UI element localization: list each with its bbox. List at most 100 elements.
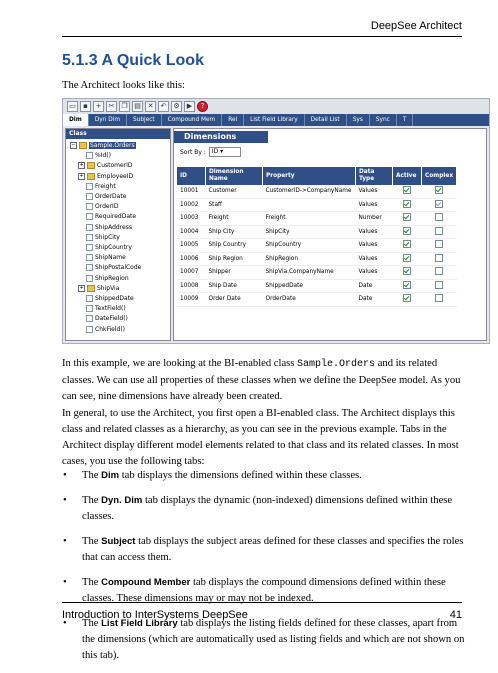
cell-active bbox=[392, 265, 422, 280]
cell-id: 10005 bbox=[177, 238, 206, 253]
tree-node[interactable]: Freight bbox=[78, 182, 116, 192]
active-checkbox[interactable] bbox=[403, 267, 411, 276]
table-row[interactable]: 10003 Freight Freight Number bbox=[177, 211, 457, 226]
copy-icon[interactable]: ❐ bbox=[119, 101, 130, 112]
paste-icon[interactable]: ▤ bbox=[132, 101, 143, 112]
tab-sync[interactable]: Sync bbox=[370, 114, 397, 126]
tab-list: • The Dim tab displays the dimensions def… bbox=[62, 468, 466, 673]
tree-node[interactable]: OrderDate bbox=[78, 192, 126, 202]
open-icon[interactable]: ▭ bbox=[67, 101, 78, 112]
expand-icon[interactable]: + bbox=[78, 284, 85, 292]
complex-checkbox[interactable] bbox=[435, 240, 444, 249]
col-id[interactable]: ID bbox=[177, 167, 206, 185]
tree-node[interactable]: RequiredDate bbox=[78, 212, 136, 222]
expand-icon[interactable]: + bbox=[78, 172, 85, 180]
cell-id: 10004 bbox=[177, 225, 206, 239]
tree-node-label: ShipName bbox=[95, 254, 126, 262]
tree-node[interactable]: + CustomerID bbox=[78, 161, 133, 171]
tree-node[interactable]: ShipCountry bbox=[78, 243, 132, 253]
tree-node[interactable]: %Id() bbox=[78, 151, 111, 161]
tree-node[interactable]: ShippedDate bbox=[78, 294, 134, 304]
table-row[interactable]: 10005 Ship Country ShipCountry Values bbox=[177, 238, 457, 253]
tab-subject[interactable]: Subject bbox=[127, 114, 162, 126]
cell-active bbox=[392, 185, 422, 199]
tab-rel[interactable]: Rel bbox=[222, 114, 245, 126]
expand-icon[interactable]: + bbox=[78, 162, 85, 170]
undo-icon[interactable]: ↶ bbox=[158, 101, 169, 112]
tab-t[interactable]: T bbox=[397, 114, 414, 126]
cell-name: Shipper bbox=[205, 265, 263, 280]
page-number: 41 bbox=[449, 609, 462, 621]
active-checkbox[interactable] bbox=[403, 253, 411, 262]
active-checkbox[interactable] bbox=[403, 240, 411, 249]
table-row[interactable]: 10007 Shipper ShipVia.CompanyName Values bbox=[177, 265, 457, 280]
active-checkbox[interactable] bbox=[403, 213, 411, 222]
tree-node[interactable]: OrderID bbox=[78, 202, 118, 212]
complex-checkbox[interactable] bbox=[435, 294, 444, 303]
complex-checkbox[interactable] bbox=[435, 226, 444, 235]
col-complex[interactable]: Complex bbox=[421, 167, 458, 185]
table-row[interactable]: 10002 Staff Values bbox=[177, 198, 457, 212]
tree-node[interactable]: ShipAddress bbox=[78, 223, 132, 233]
para1-text-a: In this example, we are looking at the B… bbox=[62, 358, 298, 369]
tree-node[interactable]: DateField() bbox=[78, 314, 128, 324]
table-row[interactable]: 10006 Ship Region ShipRegion Values bbox=[177, 252, 457, 266]
compile-icon[interactable]: ⚙ bbox=[171, 101, 182, 112]
folder-icon bbox=[79, 142, 87, 149]
active-checkbox[interactable] bbox=[403, 294, 411, 303]
active-checkbox[interactable] bbox=[403, 186, 411, 195]
new-icon[interactable]: + bbox=[93, 101, 104, 112]
tab-name: Subject bbox=[101, 536, 136, 547]
class-name-code: Sample.Orders bbox=[297, 359, 376, 370]
sort-control: Sort By : ID ▾ bbox=[180, 147, 486, 157]
tree-node[interactable]: + EmployeeID bbox=[78, 172, 133, 182]
col-active[interactable]: Active bbox=[392, 167, 422, 185]
build-icon[interactable]: ▶ bbox=[184, 101, 195, 112]
sort-select[interactable]: ID ▾ bbox=[208, 147, 241, 157]
class-tree-panel: Class − Sample.Orders %Id() + CustomerID + Emp… bbox=[65, 128, 171, 341]
active-checkbox[interactable] bbox=[403, 199, 411, 208]
cell-property bbox=[262, 198, 356, 212]
tree-node[interactable]: + ShipVia bbox=[78, 284, 119, 294]
tree-node[interactable]: ShipName bbox=[78, 253, 126, 263]
tree-node-label: DateField() bbox=[95, 315, 128, 323]
sort-label: Sort By : bbox=[180, 148, 206, 156]
collapse-icon[interactable]: − bbox=[70, 142, 77, 149]
tab-dyn-dim[interactable]: Dyn Dim bbox=[89, 114, 127, 126]
folder-icon bbox=[87, 284, 95, 292]
table-row[interactable]: 10001 Customer CustomerID->CompanyName Valu… bbox=[177, 185, 457, 199]
tree-node[interactable]: ShipCity bbox=[78, 233, 120, 243]
tree-node[interactable]: ShipRegion bbox=[78, 274, 129, 284]
tab-list-field-library[interactable]: List Field Library bbox=[244, 114, 305, 126]
col-dimension-name[interactable]: Dimension Name bbox=[205, 167, 263, 185]
active-checkbox[interactable] bbox=[403, 280, 411, 289]
table-row[interactable]: 10008 Ship Date ShippedDate Date bbox=[177, 279, 457, 293]
col-property[interactable]: Property bbox=[262, 167, 356, 185]
table-row[interactable]: 10004 Ship City ShipCity Values bbox=[177, 225, 457, 239]
delete-icon[interactable]: ✕ bbox=[145, 101, 156, 112]
complex-checkbox[interactable] bbox=[435, 267, 444, 276]
property-icon bbox=[86, 305, 93, 313]
tree-node[interactable]: ShipPostalCode bbox=[78, 263, 141, 273]
tree-node-label: ShipCity bbox=[95, 233, 120, 241]
cell-complex bbox=[421, 238, 457, 253]
complex-checkbox[interactable] bbox=[435, 199, 444, 208]
active-checkbox[interactable] bbox=[403, 226, 411, 235]
complex-checkbox[interactable] bbox=[435, 213, 444, 222]
help-icon[interactable]: ? bbox=[197, 101, 208, 112]
tab-dim[interactable]: Dim bbox=[63, 114, 89, 126]
save-icon[interactable]: ▪ bbox=[80, 101, 91, 112]
cut-icon[interactable]: ✂ bbox=[106, 101, 117, 112]
table-row[interactable]: 10009 Order Date OrderDate Date bbox=[177, 292, 457, 307]
complex-checkbox[interactable] bbox=[435, 280, 444, 289]
col-data-type[interactable]: Data Type bbox=[355, 167, 393, 185]
complex-checkbox[interactable] bbox=[435, 186, 444, 195]
tab-sys[interactable]: Sys bbox=[347, 114, 370, 126]
tree-node[interactable]: ChkField() bbox=[78, 325, 125, 335]
tree-node[interactable]: − Sample.Orders bbox=[70, 141, 136, 151]
tree-node-label: Sample.Orders bbox=[89, 142, 136, 149]
tab-detail-list[interactable]: Detail List bbox=[305, 114, 347, 126]
tree-node[interactable]: TextField() bbox=[78, 304, 126, 314]
complex-checkbox[interactable] bbox=[435, 253, 444, 262]
tab-compound-member[interactable]: Compound Mem bbox=[162, 114, 223, 126]
